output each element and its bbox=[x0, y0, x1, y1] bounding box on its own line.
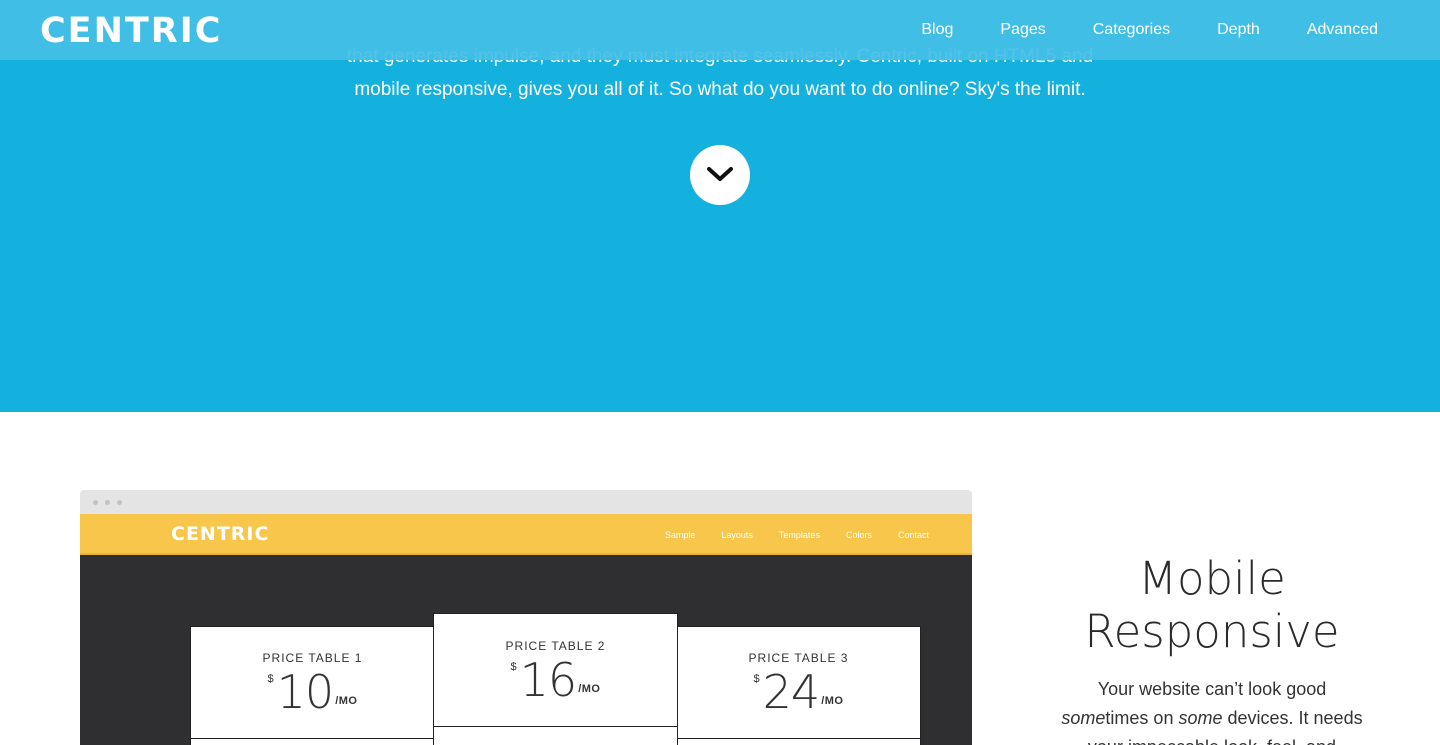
site-logo[interactable]: CENTRIC bbox=[40, 11, 222, 51]
price-currency: $ bbox=[510, 661, 517, 673]
nav-link-advanced[interactable]: Advanced bbox=[1307, 21, 1378, 39]
price-value: $ 16 /MO bbox=[511, 655, 601, 705]
price-amount: 10 bbox=[276, 665, 335, 719]
price-card-2-lower bbox=[433, 726, 678, 745]
feature-description: Your website can’t look good sometimes o… bbox=[1012, 675, 1412, 745]
mockup-link-templates: Templates bbox=[778, 529, 820, 540]
nav-link-depth[interactable]: Depth bbox=[1217, 21, 1260, 39]
main-nav: Blog Pages Categories Depth Advanced bbox=[874, 0, 1378, 60]
hero-line-2: mobile responsive, gives you all of it. … bbox=[354, 79, 1086, 100]
feature-mobile-responsive: Mobile Responsive Your website can’t loo… bbox=[1012, 552, 1412, 745]
price-currency: $ bbox=[267, 673, 274, 685]
mockup-navbar: CENTRIC Sample Layouts Templates Colors … bbox=[80, 514, 972, 555]
window-dot-icon bbox=[117, 500, 122, 505]
price-card-2: PRICE TABLE 2 $ 16 /MO bbox=[433, 613, 678, 727]
scroll-down-button[interactable] bbox=[690, 145, 750, 205]
mockup-link-contact: Contact bbox=[897, 529, 929, 540]
feature-text-3: devices. It needs bbox=[1227, 708, 1363, 728]
price-card-3-lower bbox=[676, 738, 921, 745]
feature-title-line-1: Mobile bbox=[1138, 552, 1286, 605]
feature-title: Mobile Responsive bbox=[1012, 552, 1412, 658]
price-period: /MO bbox=[578, 683, 601, 695]
mockup-nav-links: Sample Layouts Templates Colors Contact bbox=[639, 514, 929, 555]
price-card-1-lower bbox=[190, 738, 435, 745]
price-period: /MO bbox=[821, 695, 844, 707]
browser-bar bbox=[80, 490, 972, 514]
price-amount: 24 bbox=[762, 665, 821, 719]
price-value: $ 10 /MO bbox=[268, 667, 358, 717]
price-card-title: PRICE TABLE 1 bbox=[262, 651, 363, 665]
nav-link-categories[interactable]: Categories bbox=[1093, 21, 1170, 39]
responsive-mockup-image: CENTRIC Sample Layouts Templates Colors … bbox=[80, 490, 972, 745]
mockup-link-colors: Colors bbox=[845, 529, 872, 540]
mockup-logo: CENTRIC bbox=[171, 523, 270, 545]
price-card-3: PRICE TABLE 3 $ 24 /MO bbox=[676, 626, 921, 739]
top-navbar: CENTRIC Blog Pages Categories Depth Adva… bbox=[0, 0, 1440, 60]
price-currency: $ bbox=[753, 673, 760, 685]
price-card-title: PRICE TABLE 3 bbox=[748, 651, 849, 665]
mockup-link-layouts: Layouts bbox=[721, 529, 753, 540]
mockup-link-sample: Sample bbox=[664, 529, 696, 540]
feature-title-line-2: Responsive bbox=[1084, 605, 1340, 658]
chevron-down-icon bbox=[705, 165, 735, 186]
feature-text-1: Your website can’t look good bbox=[1097, 679, 1327, 699]
price-amount: 16 bbox=[519, 653, 578, 707]
feature-text-2: times on bbox=[1105, 708, 1174, 728]
hero-section: that generates impulse, and they must in… bbox=[0, 0, 1440, 412]
window-dot-icon bbox=[93, 500, 98, 505]
price-value: $ 24 /MO bbox=[754, 667, 844, 717]
feature-text-4: your impeccable look, feel, and bbox=[1088, 737, 1336, 745]
nav-link-blog[interactable]: Blog bbox=[921, 21, 953, 39]
price-card-title: PRICE TABLE 2 bbox=[505, 639, 606, 653]
price-card-1: PRICE TABLE 1 $ 10 /MO bbox=[190, 626, 435, 739]
window-dot-icon bbox=[105, 500, 110, 505]
nav-link-pages[interactable]: Pages bbox=[1000, 21, 1045, 39]
feature-text-em-1: some bbox=[1061, 708, 1106, 728]
price-period: /MO bbox=[335, 695, 358, 707]
feature-text-em-2: some bbox=[1178, 708, 1223, 728]
